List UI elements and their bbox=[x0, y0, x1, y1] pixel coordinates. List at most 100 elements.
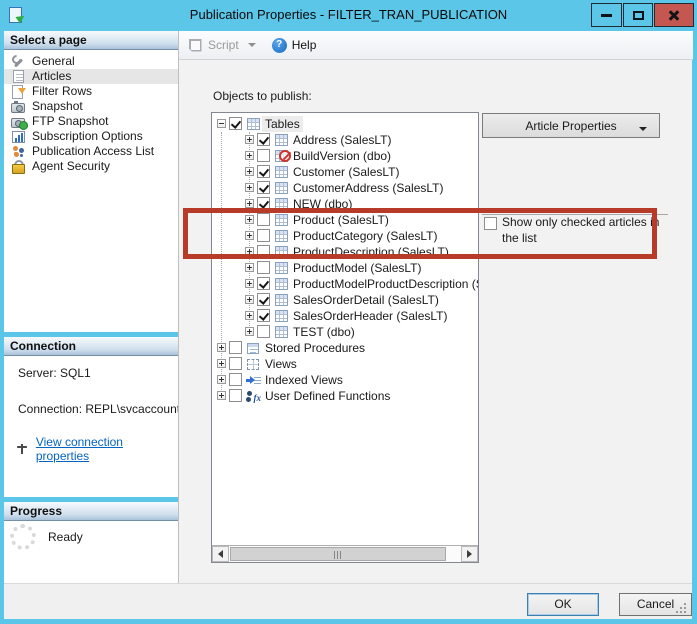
row-label[interactable]: CustomerAddress (SalesLT) bbox=[290, 180, 447, 196]
row-checkbox[interactable] bbox=[229, 389, 242, 402]
row-checkbox[interactable] bbox=[257, 197, 270, 210]
show-only-checked-checkbox[interactable]: Show only checked articles in the list bbox=[484, 211, 674, 246]
plus-expander-icon[interactable] bbox=[245, 279, 254, 288]
table-icon bbox=[273, 292, 289, 308]
plus-expander-icon[interactable] bbox=[245, 231, 254, 240]
tree-row-productcategory-saleslt: ProductCategory (SalesLT) bbox=[212, 228, 478, 244]
tree-row-salesorderheader-saleslt: SalesOrderHeader (SalesLT) bbox=[212, 308, 478, 324]
row-label[interactable]: Tables bbox=[262, 116, 303, 132]
sidebar-item-articles[interactable]: Articles bbox=[4, 69, 178, 84]
sidebar-item-label: FTP Snapshot bbox=[32, 114, 109, 128]
row-label[interactable]: Stored Procedures bbox=[262, 340, 368, 356]
plus-expander-icon[interactable] bbox=[245, 263, 254, 272]
plus-expander-icon[interactable] bbox=[245, 167, 254, 176]
minimize-button[interactable] bbox=[591, 3, 622, 27]
sidebar-item-agent-security[interactable]: Agent Security bbox=[4, 159, 178, 174]
row-checkbox[interactable] bbox=[229, 357, 242, 370]
plus-expander-icon[interactable] bbox=[245, 151, 254, 160]
minus-expander-icon[interactable] bbox=[217, 119, 226, 128]
plus-expander-icon[interactable] bbox=[245, 247, 254, 256]
sidebar-item-label: Agent Security bbox=[32, 159, 110, 173]
sidebar-item-publication-access-list[interactable]: Publication Access List bbox=[4, 144, 178, 159]
row-label[interactable]: NEW (dbo) bbox=[290, 196, 355, 212]
tree-row-buildversion-dbo: BuildVersion (dbo) bbox=[212, 148, 478, 164]
row-checkbox[interactable] bbox=[257, 133, 270, 146]
plus-expander-icon[interactable] bbox=[217, 375, 226, 384]
select-a-page-panel: Select a page General Articles Filter Ro… bbox=[4, 31, 178, 332]
row-checkbox[interactable] bbox=[257, 309, 270, 322]
table-icon bbox=[273, 308, 289, 324]
script-icon bbox=[187, 37, 203, 53]
row-checkbox[interactable] bbox=[257, 181, 270, 194]
row-checkbox[interactable] bbox=[229, 117, 242, 130]
row-label[interactable]: Views bbox=[262, 356, 300, 372]
sidebar-item-filter-rows[interactable]: Filter Rows bbox=[4, 84, 178, 99]
plus-expander-icon[interactable] bbox=[217, 343, 226, 352]
row-checkbox[interactable] bbox=[257, 149, 270, 162]
row-label[interactable]: SalesOrderHeader (SalesLT) bbox=[290, 308, 451, 324]
plus-expander-icon[interactable] bbox=[245, 135, 254, 144]
select-a-page-header: Select a page bbox=[4, 31, 178, 50]
article-properties-button[interactable]: Article Properties bbox=[482, 113, 660, 138]
row-checkbox[interactable] bbox=[229, 373, 242, 386]
article-properties-label: Article Properties bbox=[525, 119, 616, 133]
ok-button[interactable]: OK bbox=[527, 593, 599, 616]
plus-expander-icon[interactable] bbox=[245, 295, 254, 304]
row-label[interactable]: TEST (dbo) bbox=[290, 324, 358, 340]
row-label[interactable]: ProductModel (SalesLT) bbox=[290, 260, 425, 276]
plus-expander-icon[interactable] bbox=[245, 199, 254, 208]
row-label[interactable]: User Defined Functions bbox=[262, 388, 393, 404]
row-label[interactable]: Address (SalesLT) bbox=[290, 132, 394, 148]
help-icon bbox=[272, 38, 287, 53]
scroll-left-button[interactable] bbox=[212, 546, 229, 562]
row-label[interactable]: BuildVersion (dbo) bbox=[290, 148, 394, 164]
table-icon bbox=[273, 324, 289, 340]
row-checkbox[interactable] bbox=[257, 277, 270, 290]
row-label[interactable]: ProductDescription (SalesLT) bbox=[290, 244, 452, 260]
row-checkbox[interactable] bbox=[257, 325, 270, 338]
title-bar[interactable]: Publication Properties - FILTER_TRAN_PUB… bbox=[0, 0, 697, 31]
row-checkbox[interactable] bbox=[257, 245, 270, 258]
row-label[interactable]: SalesOrderDetail (SalesLT) bbox=[290, 292, 442, 308]
sidebar-item-ftp-snapshot[interactable]: FTP Snapshot bbox=[4, 114, 178, 129]
plus-expander-icon[interactable] bbox=[245, 183, 254, 192]
close-button[interactable] bbox=[654, 3, 694, 27]
row-label[interactable]: Product (SalesLT) bbox=[290, 212, 392, 228]
horizontal-scrollbar[interactable] bbox=[212, 545, 478, 562]
row-checkbox[interactable] bbox=[257, 165, 270, 178]
plus-expander-icon[interactable] bbox=[245, 327, 254, 336]
checkbox[interactable] bbox=[484, 217, 497, 230]
plus-expander-icon[interactable] bbox=[217, 359, 226, 368]
help-button[interactable]: Help bbox=[272, 38, 317, 53]
plus-expander-icon[interactable] bbox=[217, 391, 226, 400]
table-icon bbox=[273, 212, 289, 228]
row-label[interactable]: Indexed Views bbox=[262, 372, 346, 388]
row-label[interactable]: ProductModelProductDescription (SalesLT) bbox=[290, 276, 479, 292]
scrollbar-thumb[interactable] bbox=[230, 547, 446, 561]
view-connection-properties[interactable]: View connection properties bbox=[14, 435, 178, 463]
sidebar-item-label: Filter Rows bbox=[32, 84, 92, 98]
people-icon bbox=[10, 144, 26, 159]
row-checkbox[interactable] bbox=[257, 229, 270, 242]
table-icon bbox=[273, 244, 289, 260]
chevron-down-icon[interactable] bbox=[248, 43, 256, 51]
resize-grip[interactable] bbox=[676, 603, 686, 613]
sidebar-item-subscription-options[interactable]: Subscription Options bbox=[4, 129, 178, 144]
sidebar-item-snapshot[interactable]: Snapshot bbox=[4, 99, 178, 114]
row-checkbox[interactable] bbox=[229, 341, 242, 354]
udf-icon bbox=[245, 388, 261, 404]
row-label[interactable]: Customer (SalesLT) bbox=[290, 164, 402, 180]
row-checkbox[interactable] bbox=[257, 261, 270, 274]
plus-expander-icon[interactable] bbox=[245, 215, 254, 224]
script-button[interactable]: Script bbox=[187, 37, 258, 53]
plus-expander-icon[interactable] bbox=[245, 311, 254, 320]
sidebar-item-general[interactable]: General bbox=[4, 54, 178, 69]
tree-row-productdescription-saleslt: ProductDescription (SalesLT) bbox=[212, 244, 478, 260]
row-label[interactable]: ProductCategory (SalesLT) bbox=[290, 228, 441, 244]
row-checkbox[interactable] bbox=[257, 213, 270, 226]
filter-icon bbox=[10, 84, 26, 99]
row-checkbox[interactable] bbox=[257, 293, 270, 306]
scroll-right-button[interactable] bbox=[461, 546, 478, 562]
view-connection-properties-link[interactable]: View connection properties bbox=[36, 435, 178, 463]
maximize-button[interactable] bbox=[623, 3, 653, 27]
